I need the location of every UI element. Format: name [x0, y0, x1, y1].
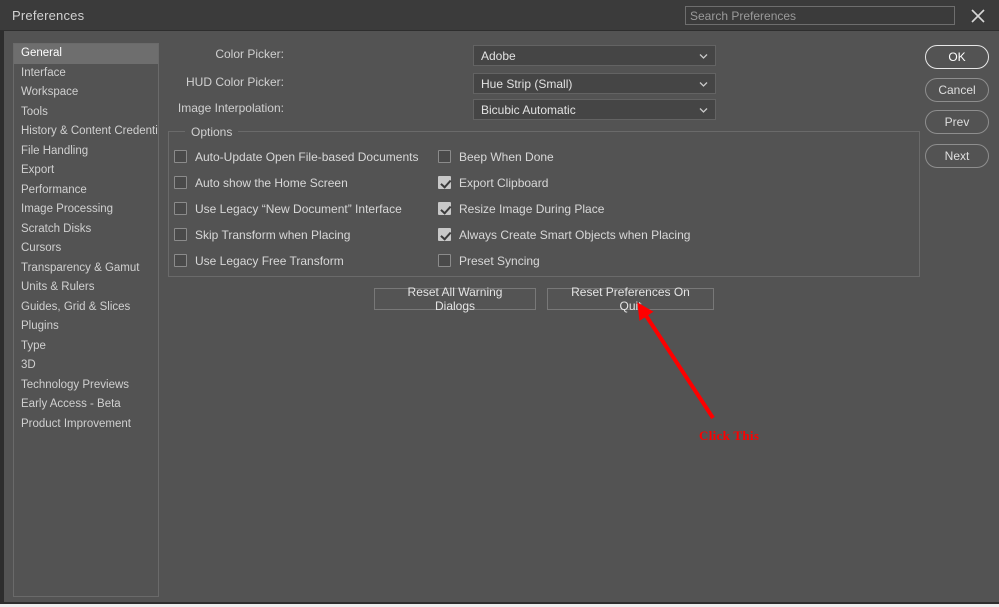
sidebar-item-label: Scratch Disks [21, 222, 92, 235]
checkbox-beep-when-done[interactable]: Beep When Done [438, 148, 554, 165]
title-bar: Preferences [0, 0, 999, 31]
checkbox-auto-update-open-file-based-documents[interactable]: Auto-Update Open File-based Documents [174, 148, 418, 165]
sidebar-item-label: Guides, Grid & Slices [21, 300, 131, 313]
sidebar-item-type[interactable]: Type [14, 337, 158, 357]
sidebar-item-label: History & Content Credentials [21, 125, 159, 137]
sidebar-item-performance[interactable]: Performance [14, 181, 158, 201]
checkbox-label: Auto show the Home Screen [195, 175, 348, 190]
sidebar-item-product-improvement[interactable]: Product Improvement [14, 415, 158, 435]
checkbox-unchecked-icon[interactable] [174, 202, 187, 215]
cancel-button[interactable]: Cancel [925, 78, 989, 102]
sidebar-item-label: Technology Previews [21, 378, 130, 391]
checkbox-label: Resize Image During Place [459, 201, 605, 216]
checkbox-label: Skip Transform when Placing [195, 227, 351, 242]
sidebar-item-label: Interface [21, 66, 66, 79]
annotation-label: Click This [699, 428, 760, 443]
checkbox-label: Export Clipboard [459, 175, 549, 190]
color-picker-value: Adobe [481, 49, 516, 63]
chevron-down-icon [699, 52, 708, 61]
sidebar-item-label: Product Improvement [21, 417, 131, 430]
sidebar-item-label: Units & Rulers [21, 281, 95, 293]
checkbox-label: Use Legacy Free Transform [195, 253, 344, 268]
color-picker-dropdown[interactable]: Adobe [473, 45, 716, 66]
sidebar-item-early-access-beta[interactable]: Early Access - Beta [14, 395, 158, 415]
checkbox-unchecked-icon[interactable] [174, 176, 187, 189]
sidebar-item-technology-previews[interactable]: Technology Previews [14, 376, 158, 396]
reset-preferences-on-quit-button[interactable]: Reset Preferences On Quit [547, 285, 714, 313]
image-interpolation-dropdown[interactable]: Bicubic Automatic [473, 99, 716, 120]
sidebar-item-units-rulers[interactable]: Units & Rulers [14, 278, 158, 298]
sidebar-item-label: 3D [21, 359, 36, 371]
close-button[interactable] [965, 4, 991, 28]
hud-color-picker-dropdown[interactable]: Hue Strip (Small) [473, 73, 716, 94]
sidebar-item-interface[interactable]: Interface [14, 64, 158, 84]
sidebar-item-image-processing[interactable]: Image Processing [14, 200, 158, 220]
sidebar-item-label: Early Access - Beta [21, 398, 121, 410]
checkbox-label: Use Legacy “New Document” Interface [195, 201, 402, 216]
category-list[interactable]: General Interface Workspace Tools History & … [13, 43, 159, 597]
checkbox-unchecked-icon[interactable] [174, 228, 187, 241]
window-title: Preferences [12, 8, 85, 23]
options-group-legend: Options [185, 125, 239, 139]
sidebar-item-export[interactable]: Export [14, 161, 158, 181]
dialog-left-edge [0, 31, 4, 607]
sidebar-item-label: File Handling [21, 144, 89, 157]
sidebar-item-scratch-disks[interactable]: Scratch Disks [14, 220, 158, 240]
sidebar-item-tools[interactable]: Tools [14, 103, 158, 123]
sidebar-item-workspace[interactable]: Workspace [14, 83, 158, 103]
checkbox-label: Preset Syncing [459, 253, 540, 268]
sidebar-item-label: Image Processing [21, 203, 114, 215]
sidebar-item-label: Workspace [21, 86, 79, 98]
sidebar-item-label: Export [21, 164, 55, 176]
sidebar-item-general[interactable]: General [14, 44, 158, 64]
sidebar-item-cursors[interactable]: Cursors [14, 239, 158, 259]
sidebar-item-guides-grid-slices[interactable]: Guides, Grid & Slices [14, 298, 158, 318]
checkbox-unchecked-icon[interactable] [174, 254, 187, 267]
checkbox-preset-syncing[interactable]: Preset Syncing [438, 252, 540, 269]
sidebar-item-3d[interactable]: 3D [14, 356, 158, 376]
checkbox-unchecked-icon[interactable] [438, 254, 451, 267]
next-button[interactable]: Next [925, 144, 989, 168]
reset-all-warning-dialogs-button[interactable]: Reset All Warning Dialogs [374, 285, 536, 313]
close-icon [970, 8, 986, 24]
checkbox-use-legacy-new-document-interface[interactable]: Use Legacy “New Document” Interface [174, 200, 402, 217]
sidebar-item-label: Tools [21, 105, 48, 118]
prev-button[interactable]: Prev [925, 110, 989, 134]
checkbox-checked-icon[interactable] [438, 176, 451, 189]
checkbox-label: Always Create Smart Objects when Placing [459, 227, 691, 242]
checkbox-unchecked-icon[interactable] [438, 150, 451, 163]
chevron-down-icon [699, 80, 708, 89]
search-input[interactable] [685, 6, 955, 25]
checkbox-resize-image-during-place[interactable]: Resize Image During Place [438, 200, 604, 217]
checkbox-use-legacy-free-transform[interactable]: Use Legacy Free Transform [174, 252, 344, 269]
sidebar-item-transparency-gamut[interactable]: Transparency & Gamut [14, 259, 158, 279]
chevron-down-icon [699, 106, 708, 115]
checkbox-label: Beep When Done [459, 149, 554, 164]
sidebar-item-label: Cursors [21, 242, 62, 254]
checkbox-auto-show-the-home-screen[interactable]: Auto show the Home Screen [174, 174, 348, 191]
checkbox-unchecked-icon[interactable] [174, 150, 187, 163]
sidebar-item-label: Type [21, 339, 46, 352]
annotation-arrow [637, 302, 715, 420]
checkbox-skip-transform-when-placing[interactable]: Skip Transform when Placing [174, 226, 350, 243]
sidebar-item-label: Plugins [21, 320, 59, 332]
sidebar-item-label: General [21, 47, 62, 59]
checkbox-label: Auto-Update Open File-based Documents [195, 149, 419, 164]
image-interpolation-label: Image Interpolation: [177, 101, 284, 115]
preferences-dialog: Preferences General Interface Workspace Too… [0, 0, 999, 607]
sidebar-item-label: Performance [21, 183, 87, 196]
ok-button[interactable]: OK [925, 45, 989, 69]
image-interpolation-value: Bicubic Automatic [481, 103, 576, 117]
checkbox-checked-icon[interactable] [438, 228, 451, 241]
hud-color-picker-label: HUD Color Picker: [185, 75, 284, 89]
sidebar-item-plugins[interactable]: Plugins [14, 317, 158, 337]
sidebar-item-file-handling[interactable]: File Handling [14, 142, 158, 162]
sidebar-item-history-content-credentials[interactable]: History & Content Credentials [14, 122, 158, 142]
color-picker-label: Color Picker: [215, 47, 284, 61]
checkbox-always-create-smart-objects-when-placing[interactable]: Always Create Smart Objects when Placing [438, 226, 690, 243]
hud-color-picker-value: Hue Strip (Small) [481, 77, 573, 91]
sidebar-item-label: Transparency & Gamut [21, 261, 140, 274]
checkbox-checked-icon[interactable] [438, 202, 451, 215]
checkbox-export-clipboard[interactable]: Export Clipboard [438, 174, 548, 191]
